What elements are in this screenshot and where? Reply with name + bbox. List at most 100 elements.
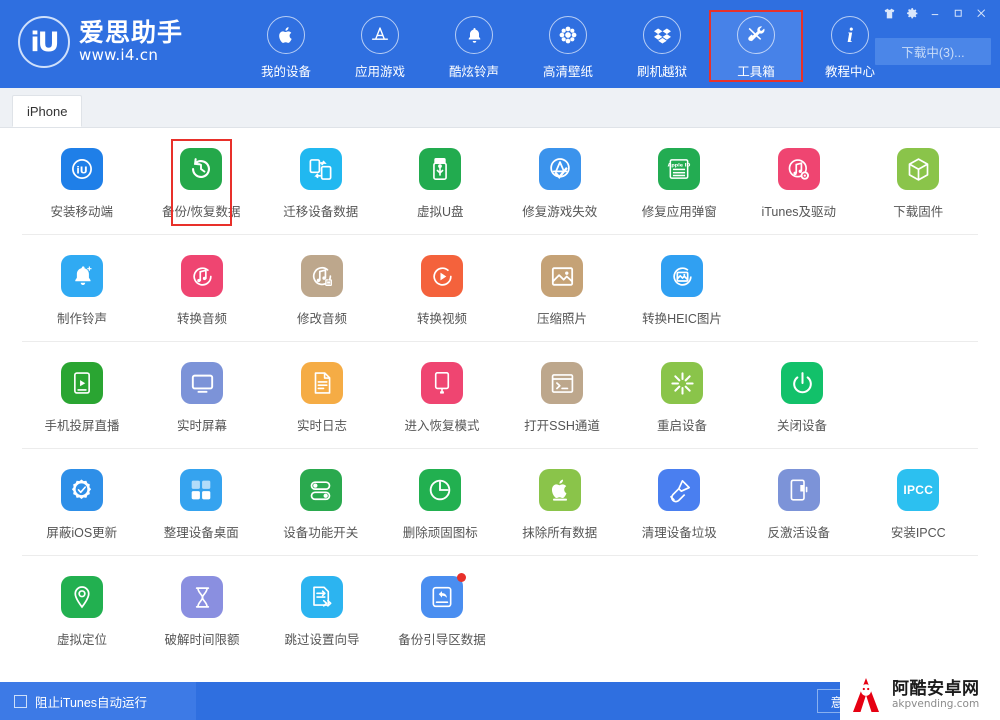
tool-label: 重启设备 [656,419,707,433]
download-status-button[interactable]: 下载中(3)... [875,38,991,65]
window-controls [878,3,992,23]
maximize-icon[interactable] [947,3,969,23]
tool-label: 备份引导区数据 [398,633,486,647]
tool-label: 修复游戏失效 [522,205,598,219]
tool-label: 设备功能开关 [283,526,359,540]
tool-label: 实时屏幕 [176,419,227,433]
tool-make-ringtone[interactable]: 制作铃声 [22,249,142,331]
tool-fix-game-failure[interactable]: 修复游戏失效 [500,142,620,224]
tool-migrate-device-data[interactable]: 迁移设备数据 [261,142,381,224]
nav-item-ringtones[interactable]: 酷炫铃声 [427,10,521,82]
tool-itunes-drivers[interactable]: iTunes及驱动 [739,142,859,224]
nav-item-flash-jailbreak[interactable]: 刷机越狱 [615,10,709,82]
tool-shutdown-device[interactable]: 关闭设备 [742,356,862,438]
tab-iphone[interactable]: iPhone [12,95,83,127]
nav-item-wallpapers[interactable]: 高清壁纸 [521,10,615,82]
block-itunes-label: 阻止iTunes自动运行 [35,695,148,710]
brand-logo: iU 爱思助手 www.i4.cn [18,16,183,68]
apple-icon [267,16,306,54]
tool-label: 整理设备桌面 [163,526,239,540]
erase-all-icon [538,469,581,511]
nav-label: 应用游戏 [355,65,406,79]
ssh-terminal-icon [541,362,583,404]
tool-screen-cast-live[interactable]: 手机投屏直播 [22,356,142,438]
tool-label: 删除顽固图标 [402,526,478,540]
tool-label: 打开SSH通道 [524,419,600,433]
tool-clean-junk[interactable]: 清理设备垃圾 [620,463,740,545]
firmware-box-icon [897,148,940,190]
device-migrate-icon [299,148,342,190]
tool-label: 进入恢复模式 [404,419,480,433]
minimize-icon[interactable] [924,3,946,23]
usb-drive-icon [419,148,462,190]
ipcc-icon: IPCC [897,469,940,511]
tool-label: iTunes及驱动 [761,205,837,219]
ipcc-text: IPCC [903,483,934,497]
nav-item-my-device[interactable]: 我的设备 [239,10,333,82]
tool-label: 备份/恢复数据 [162,205,241,219]
toolbox-row: 虚拟定位 破解时间限额 跳过设置向导 备份引导区数据 [22,556,978,662]
tool-label: 清理设备垃圾 [641,526,717,540]
tool-label: 关闭设备 [776,419,827,433]
tool-convert-video[interactable]: 转换视频 [382,249,502,331]
tool-label: 抹除所有数据 [522,526,598,540]
tool-crack-time-limit[interactable]: 破解时间限额 [142,570,262,652]
tool-label: 下载固件 [893,205,944,219]
toolbox-row: iU 安装移动端 备份/恢复数据 迁移设备数据 虚拟U盘 修复游戏失效 Appl… [22,128,978,235]
shirt-icon[interactable] [878,3,900,23]
brand-name: 爱思助手 [79,19,184,47]
nav-item-toolbox[interactable]: 工具箱 [709,10,804,82]
tool-label: 修改音频 [296,312,347,326]
tool-label: 转换HEIC图片 [642,312,722,326]
svg-text:自: 自 [325,278,331,286]
tool-compress-photo[interactable]: 压缩照片 [502,249,622,331]
tool-realtime-screen[interactable]: 实时屏幕 [142,356,262,438]
tool-label: 虚拟定位 [56,633,107,647]
bell-icon [455,16,494,54]
tool-delete-stubborn-icons[interactable]: 删除顽固图标 [381,463,501,545]
tool-organize-home-screen[interactable]: 整理设备桌面 [142,463,262,545]
close-icon[interactable] [970,3,992,23]
tool-convert-heic[interactable]: 转换HEIC图片 [622,249,742,331]
tool-label: 修复应用弹窗 [641,205,717,219]
flower-icon [549,16,588,54]
tool-backup-boot-data[interactable]: 备份引导区数据 [382,570,502,652]
video-convert-icon [421,255,463,297]
tool-device-feature-switch[interactable]: 设备功能开关 [261,463,381,545]
tool-virtual-location[interactable]: 虚拟定位 [22,570,142,652]
nav-item-apps-games[interactable]: 应用游戏 [333,10,427,82]
tool-fix-app-popup[interactable]: Apple ID 修复应用弹窗 [620,142,740,224]
brand-url: www.i4.cn [79,46,159,65]
tool-backup-restore[interactable]: 备份/恢复数据 [142,139,262,226]
tool-block-ios-update[interactable]: 屏蔽iOS更新 [22,463,142,545]
tool-label: 跳过设置向导 [284,633,360,647]
toggles-icon [299,469,342,511]
tool-edit-audio[interactable]: 自 修改音频 [262,249,382,331]
tool-label: 反激活设备 [767,526,830,540]
tool-install-ipcc[interactable]: IPCC 安装IPCC [859,463,979,545]
tool-open-ssh[interactable]: 打开SSH通道 [502,356,622,438]
tool-enter-recovery-mode[interactable]: 进入恢复模式 [382,356,502,438]
brand-text: 爱思助手 www.i4.cn [79,20,183,64]
tool-convert-audio[interactable]: 转换音频 [142,249,262,331]
tool-label: 虚拟U盘 [416,205,464,219]
tool-label: 安装移动端 [50,205,113,219]
watermark-cn: 阿酷安卓网 [892,679,980,699]
tool-skip-setup-wizard[interactable]: 跳过设置向导 [262,570,382,652]
tool-install-mobile[interactable]: iU 安装移动端 [22,142,142,224]
tool-realtime-log[interactable]: 实时日志 [262,356,382,438]
gear-icon[interactable] [901,3,923,23]
tool-label: 迁移设备数据 [283,205,359,219]
watermark-en: akpvending.com [892,697,980,710]
tool-download-firmware[interactable]: 下载固件 [859,142,979,224]
dropbox-icon [643,16,682,54]
audio-convert-icon [181,255,223,297]
tool-deactivate-device[interactable]: 反激活设备 [739,463,859,545]
tool-erase-all-data[interactable]: 抹除所有数据 [500,463,620,545]
toolbox-row: 手机投屏直播 实时屏幕 实时日志 进入恢复模式 打开SSH通道 重启设备 关闭设… [22,342,978,449]
backup-restore-icon [180,148,223,190]
tool-virtual-usb[interactable]: 虚拟U盘 [381,142,501,224]
svg-text:iU: iU [76,165,87,176]
block-itunes-checkbox[interactable] [14,694,27,708]
tool-restart-device[interactable]: 重启设备 [622,356,742,438]
